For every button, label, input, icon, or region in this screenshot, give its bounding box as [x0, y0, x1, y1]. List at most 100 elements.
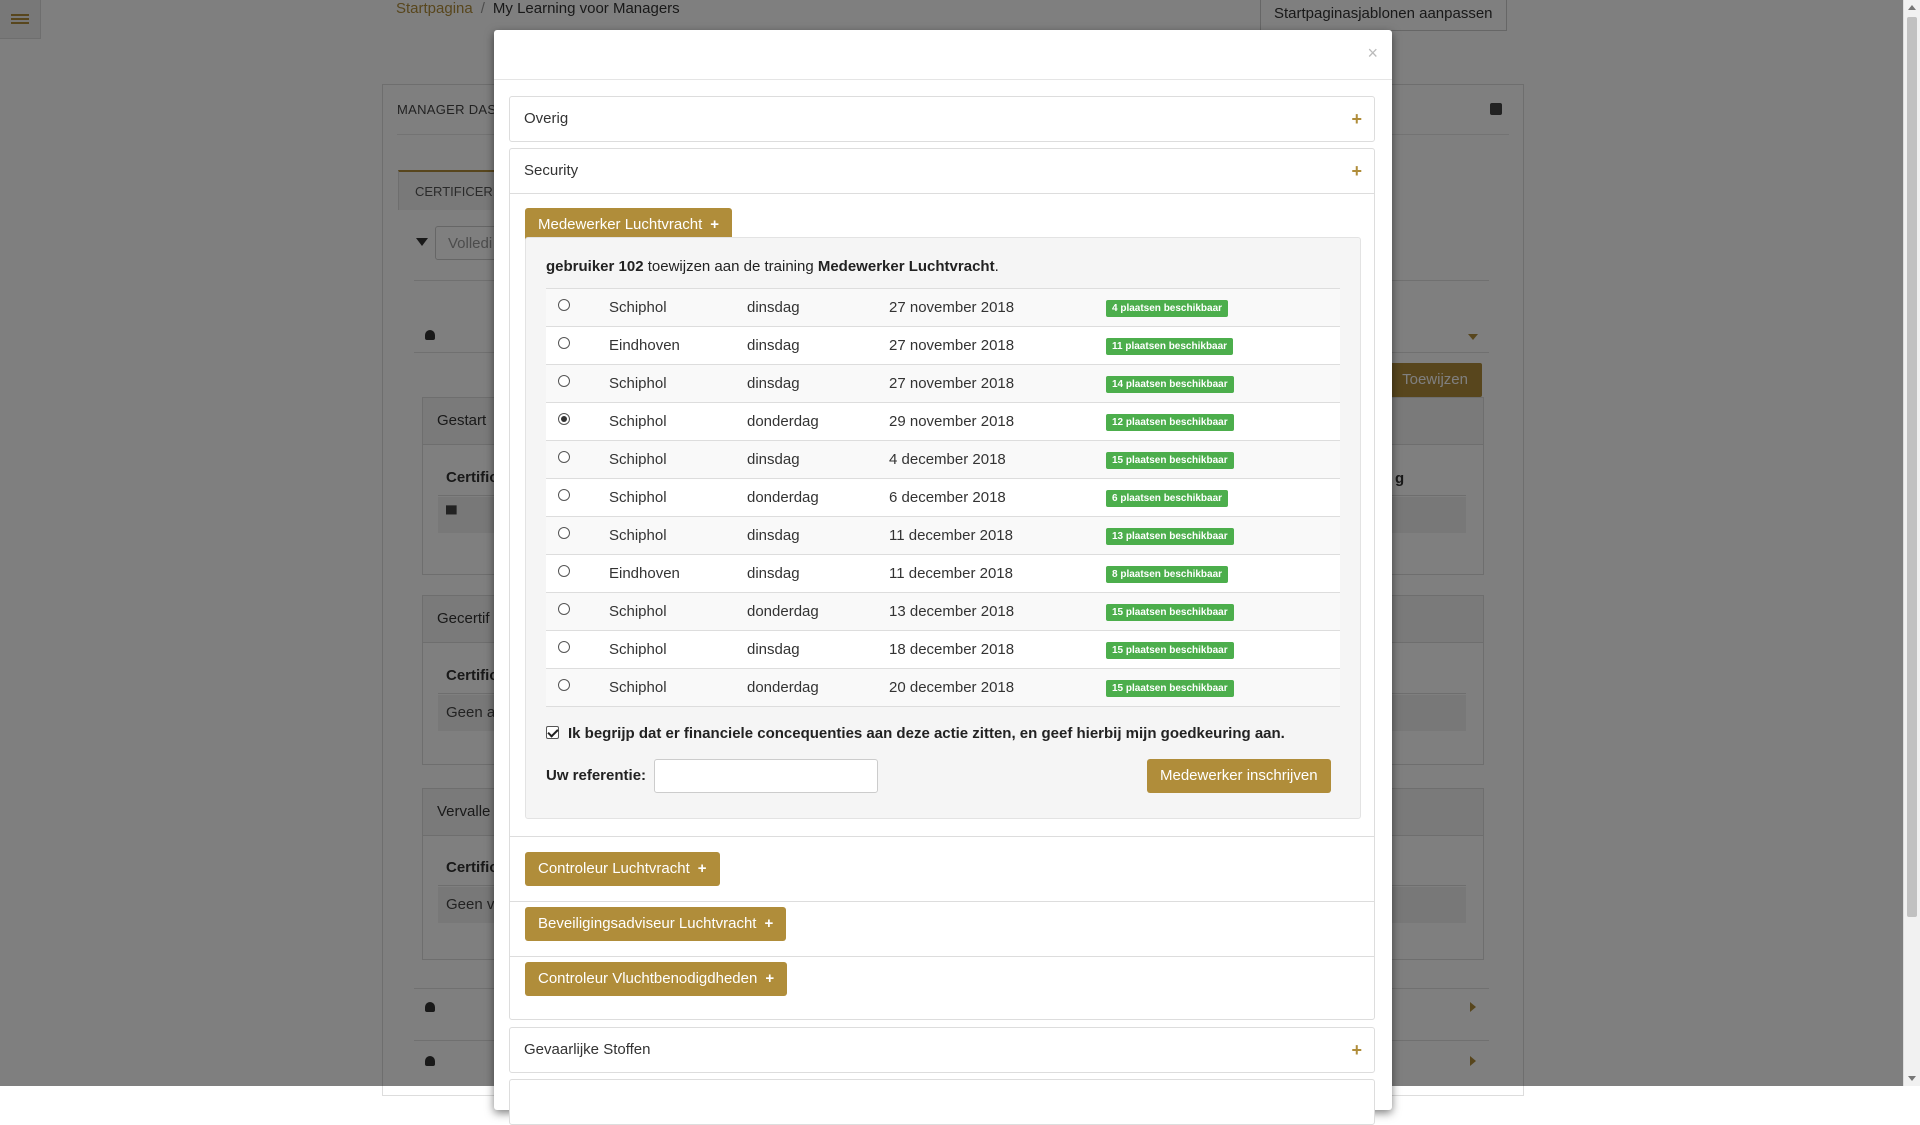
availability-badge: 12 plaatsen beschikbaar: [1106, 414, 1234, 431]
availability-badge: 15 plaatsen beschikbaar: [1106, 452, 1234, 469]
session-location: Schiphol: [609, 679, 667, 696]
assign-form: gebruiker 102 toewijzen aan de training …: [525, 237, 1361, 819]
section-security: Security + Medewerker Luchtvracht + gebru…: [509, 148, 1375, 1020]
section-divider: [510, 836, 1374, 837]
session-day: dinsdag: [747, 299, 800, 316]
session-location: Schiphol: [609, 603, 667, 620]
session-location: Schiphol: [609, 527, 667, 544]
session-day: donderdag: [747, 679, 819, 696]
plus-icon[interactable]: +: [1351, 1028, 1362, 1072]
availability-badge: 11 plaatsen beschikbaar: [1106, 338, 1234, 355]
session-radio[interactable]: [558, 565, 570, 577]
training-button-label: Beveiligingsadviseur Luchtvracht: [538, 915, 757, 932]
session-radio[interactable]: [558, 527, 570, 539]
session-row[interactable]: Schiphol dinsdag 18 december 2018 15 plaats…: [546, 631, 1340, 669]
enroll-button[interactable]: Medewerker inschrijven: [1147, 759, 1331, 793]
plus-icon: +: [710, 216, 720, 233]
section-security-header[interactable]: Security +: [510, 149, 1374, 194]
session-date: 27 november 2018: [889, 337, 1015, 354]
session-row[interactable]: Schiphol dinsdag 11 december 2018 13 plaats…: [546, 517, 1340, 555]
session-row[interactable]: Eindhoven dinsdag 11 december 2018 8 plaats…: [546, 555, 1340, 593]
session-date: 4 december 2018: [889, 451, 1006, 468]
section-overig[interactable]: Overig +: [509, 96, 1375, 142]
session-row[interactable]: Eindhoven dinsdag 27 november 2018 11 plaat…: [546, 327, 1340, 365]
session-date: 27 november 2018: [889, 375, 1015, 392]
section-title: Security: [524, 162, 579, 179]
training-button-label: Controleur Vluchtbenodigdheden: [538, 970, 758, 987]
section-title: Overig: [524, 110, 569, 127]
consent-checkbox-row[interactable]: Ik begrijp dat er financiele concequenti…: [546, 725, 1285, 742]
training-button-label: Controleur Luchtvracht: [538, 860, 690, 877]
session-day: dinsdag: [747, 527, 800, 544]
session-date: 20 december 2018: [889, 679, 1015, 696]
training-button-controleur-vluchtbenodigdheden[interactable]: Controleur Vluchtbenodigdheden +: [525, 962, 788, 996]
session-row[interactable]: Schiphol dinsdag 27 november 2018 4 plaatse…: [546, 289, 1340, 327]
session-date: 13 december 2018: [889, 603, 1015, 620]
scrollbar-thumb[interactable]: [1907, 17, 1917, 917]
section-title: Gevaarlijke Stoffen: [524, 1041, 651, 1058]
session-list: Schiphol dinsdag 27 november 2018 4 plaatse…: [546, 288, 1340, 707]
close-icon[interactable]: ×: [1367, 44, 1378, 62]
session-location: Schiphol: [609, 641, 667, 658]
reference-label: Uw referentie:: [546, 767, 647, 784]
session-row[interactable]: Schiphol donderdag 13 december 2018 15 plaa…: [546, 593, 1340, 631]
availability-badge: 4 plaatsen beschikbaar: [1106, 300, 1229, 317]
session-date: 18 december 2018: [889, 641, 1015, 658]
training-button-controleur-luchtvracht[interactable]: Controleur Luchtvracht +: [525, 852, 720, 886]
availability-badge: 15 plaatsen beschikbaar: [1106, 604, 1234, 621]
session-radio[interactable]: [558, 679, 570, 691]
modal-header-divider: [494, 79, 1392, 80]
availability-badge: 8 plaatsen beschikbaar: [1106, 566, 1229, 583]
session-location: Eindhoven: [609, 337, 680, 354]
plus-icon[interactable]: +: [1351, 97, 1362, 141]
assign-user: gebruiker 102: [546, 258, 644, 275]
consent-checkbox[interactable]: [546, 726, 559, 739]
session-radio[interactable]: [558, 299, 570, 311]
session-radio[interactable]: [558, 603, 570, 615]
availability-badge: 15 plaatsen beschikbaar: [1106, 680, 1234, 697]
session-radio[interactable]: [558, 451, 570, 463]
plus-icon: +: [764, 915, 774, 932]
plus-icon[interactable]: +: [1351, 149, 1362, 193]
section-overig-header[interactable]: Overig +: [510, 97, 1374, 141]
session-radio[interactable]: [558, 375, 570, 387]
session-date: 6 december 2018: [889, 489, 1006, 506]
session-day: dinsdag: [747, 337, 800, 354]
session-row[interactable]: Schiphol donderdag 6 december 2018 6 plaats…: [546, 479, 1340, 517]
session-radio[interactable]: [558, 489, 570, 501]
training-button-label: Medewerker Luchtvracht: [538, 216, 703, 233]
session-location: Schiphol: [609, 375, 667, 392]
session-location: Eindhoven: [609, 565, 680, 582]
section-gevaarlijke-stoffen-header[interactable]: Gevaarlijke Stoffen +: [510, 1028, 1374, 1072]
scroll-down-icon[interactable]: [1908, 1076, 1916, 1081]
session-location: Schiphol: [609, 299, 667, 316]
session-date: 29 november 2018: [889, 413, 1015, 430]
page-scrollbar[interactable]: [1903, 0, 1920, 1086]
session-radio[interactable]: [558, 413, 570, 425]
session-day: donderdag: [747, 489, 819, 506]
session-row[interactable]: Schiphol dinsdag 4 december 2018 15 plaatse…: [546, 441, 1340, 479]
session-radio[interactable]: [558, 641, 570, 653]
availability-badge: 14 plaatsen beschikbaar: [1106, 376, 1234, 393]
assign-description: gebruiker 102 toewijzen aan de training …: [546, 258, 999, 275]
section-gevaarlijke-stoffen[interactable]: Gevaarlijke Stoffen +: [509, 1027, 1375, 1073]
session-day: dinsdag: [747, 451, 800, 468]
training-button-beveiligingsadviseur-luchtvracht[interactable]: Beveiligingsadviseur Luchtvracht +: [525, 907, 787, 941]
plus-icon: +: [697, 860, 707, 877]
session-row[interactable]: Schiphol dinsdag 27 november 2018 14 plaats…: [546, 365, 1340, 403]
session-radio[interactable]: [558, 337, 570, 349]
scroll-up-icon[interactable]: [1908, 5, 1916, 10]
consent-label: Ik begrijp dat er financiele concequenti…: [568, 725, 1285, 742]
plus-icon: +: [765, 970, 775, 987]
session-location: Schiphol: [609, 489, 667, 506]
section-divider: [510, 901, 1374, 902]
session-date: 27 november 2018: [889, 299, 1015, 316]
session-day: dinsdag: [747, 641, 800, 658]
session-date: 11 december 2018: [889, 527, 1013, 544]
session-row[interactable]: Schiphol donderdag 20 december 2018 15 plaa…: [546, 669, 1340, 707]
training-assign-modal: × Overig + Security + Medewerker Luchtvr…: [494, 30, 1392, 1125]
session-day: donderdag: [747, 603, 819, 620]
session-row[interactable]: Schiphol donderdag 29 november 2018 12 plaa…: [546, 403, 1340, 441]
reference-input[interactable]: [654, 759, 878, 793]
session-day: donderdag: [747, 413, 819, 430]
